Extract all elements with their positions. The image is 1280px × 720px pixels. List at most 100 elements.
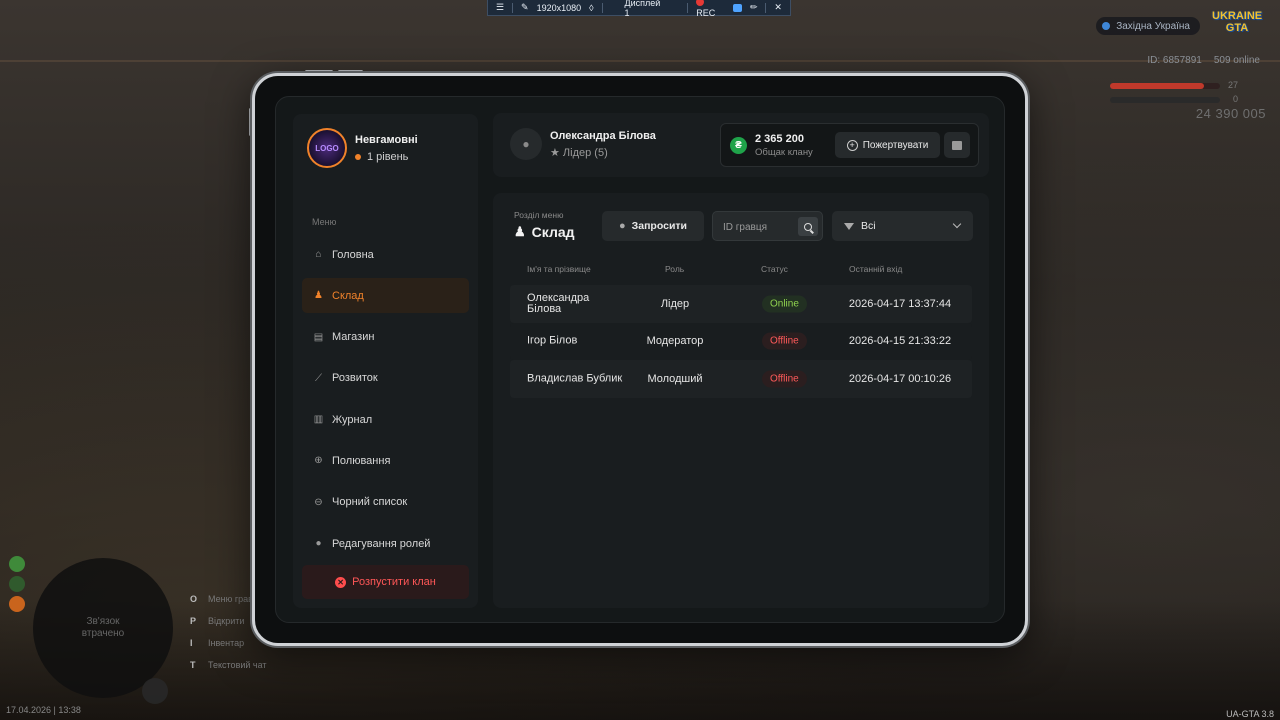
invite-button[interactable]: ● Запросити bbox=[602, 211, 704, 241]
clan-avatar: LOGO bbox=[307, 128, 347, 168]
sidebar-item-label: Редагування ролей bbox=[332, 537, 431, 550]
toolbar-divider bbox=[687, 2, 689, 13]
member-role: Лідер bbox=[660, 297, 690, 310]
menu-heading: Меню bbox=[312, 217, 337, 227]
sidebar-item-shop[interactable]: ▤ Магазин bbox=[302, 320, 469, 355]
game-version: UA-GTA 3.8 bbox=[1226, 709, 1274, 719]
sidebar-item-label: Чорний список bbox=[332, 496, 408, 509]
bank-label: Общак клану bbox=[755, 147, 813, 158]
table-row[interactable]: Ігор Білов Модератор Offline 2026-04-15 … bbox=[510, 322, 972, 360]
hint-row: T Текстовий чат bbox=[190, 654, 267, 676]
section-label: Розділ меню bbox=[514, 210, 564, 220]
player-info: ID: 6857891 509 online bbox=[1147, 55, 1260, 66]
sidebar-item-journal[interactable]: ▥ Журнал bbox=[302, 402, 469, 437]
resolution-label: 1920x1080 bbox=[536, 2, 582, 13]
hint-key: I bbox=[190, 638, 193, 648]
status-filter-dropdown[interactable]: Всі bbox=[832, 211, 973, 241]
sidebar-item-development[interactable]: ⟋ Розвиток bbox=[302, 361, 469, 396]
hint-label: Відкрити bbox=[208, 616, 245, 626]
food-icon bbox=[9, 556, 25, 572]
member-name: Владислав Бублик bbox=[527, 372, 623, 385]
column-header-last-login: Останній вхід bbox=[849, 264, 903, 274]
level-dot-icon bbox=[355, 153, 361, 160]
search-button[interactable] bbox=[798, 217, 818, 236]
donate-button[interactable]: + Пожертвувати bbox=[835, 132, 940, 158]
sidebar-item-role-editing[interactable]: ● Редагування ролей bbox=[302, 526, 469, 561]
sidebar-menu: ⌂ Головна ♟ Склад ▤ Магазин ⟋ Розвиток ▥ Журн… bbox=[302, 237, 469, 567]
search-icon bbox=[804, 222, 812, 231]
status-badge: Offline bbox=[762, 370, 807, 388]
display-label[interactable]: Дисплей 1 bbox=[625, 0, 666, 18]
drop-icon[interactable]: ◊ bbox=[589, 3, 593, 13]
close-circle-icon: ✕ bbox=[335, 576, 347, 588]
region-badge: Західна Україна bbox=[1096, 17, 1200, 35]
region-label: Західна Україна bbox=[1116, 20, 1190, 32]
record-button[interactable]: REC bbox=[696, 0, 724, 18]
people-icon: ♟ bbox=[314, 290, 323, 302]
drink-icon bbox=[9, 576, 25, 592]
status-icons bbox=[9, 556, 25, 612]
toolbar-divider bbox=[601, 2, 603, 13]
sidebar-item-label: Полювання bbox=[332, 454, 391, 467]
user-role: ★ Лідер (5) bbox=[550, 146, 608, 159]
archive-button[interactable] bbox=[944, 132, 970, 158]
invite-label: Запросити bbox=[631, 220, 687, 232]
current-user: ● Олександра Білова ★ Лідер (5) bbox=[510, 128, 656, 160]
toolbar-divider bbox=[765, 2, 767, 13]
plus-icon: + bbox=[846, 139, 858, 151]
sidebar-item-label: Головна bbox=[332, 248, 374, 261]
clan-profile: LOGO Невгамовні 1 рівень bbox=[307, 128, 418, 168]
hint-row: I Інвентар bbox=[190, 632, 267, 654]
disband-label: Розпустити клан bbox=[352, 576, 436, 588]
pen-icon[interactable]: ✏ bbox=[750, 2, 758, 13]
wanted-icon bbox=[9, 596, 25, 612]
clan-name: Невгамовні bbox=[355, 133, 418, 146]
armor-bar bbox=[1110, 97, 1220, 103]
player-id-input[interactable] bbox=[723, 220, 793, 234]
page-title-label: Склад bbox=[531, 224, 575, 240]
sidebar-item-roster[interactable]: ♟ Склад bbox=[302, 278, 469, 314]
crosshair-icon: ⊕ bbox=[314, 455, 323, 467]
microphone-icon[interactable] bbox=[142, 678, 168, 704]
armor-value: 0 bbox=[1232, 94, 1238, 104]
camera-icon[interactable] bbox=[732, 3, 742, 12]
tablet-screen: LOGO Невгамовні 1 рівень Меню ⌂ Головна ♟… bbox=[275, 96, 1005, 623]
hint-key: O bbox=[190, 594, 198, 604]
bank-amount: 2 365 200 bbox=[755, 133, 804, 145]
health-value: 27 bbox=[1227, 80, 1238, 90]
sidebar-item-label: Склад bbox=[332, 289, 364, 302]
sidebar-item-hunting[interactable]: ⊕ Полювання bbox=[302, 443, 469, 478]
hint-label: Інвентар bbox=[208, 638, 245, 648]
status-badge: Offline bbox=[762, 332, 807, 350]
block-icon: ⊖ bbox=[314, 496, 323, 508]
server-logo: UKRAINE GTA bbox=[1212, 10, 1263, 34]
disband-clan-button[interactable]: ✕ Розпустити клан bbox=[302, 565, 469, 599]
menu-icon[interactable]: ☰ bbox=[496, 2, 504, 13]
pin-icon[interactable]: ✎ bbox=[521, 2, 529, 13]
sidebar-item-label: Магазин bbox=[332, 331, 375, 344]
sidebar-item-label: Розвиток bbox=[332, 372, 378, 385]
table-row[interactable]: Олександра Білова Лідер Online 2026-04-1… bbox=[510, 285, 972, 323]
background-wall-line bbox=[0, 60, 1280, 62]
record-label: REC bbox=[696, 7, 716, 18]
user-name: Олександра Білова bbox=[550, 129, 656, 142]
table-row[interactable]: Владислав Бублик Молодший Offline 2026-0… bbox=[510, 360, 972, 398]
sidebar-item-blacklist[interactable]: ⊖ Чорний список bbox=[302, 485, 469, 520]
roster-panel: Розділ меню ♟ Склад ● Запросити Всі Ім'я… bbox=[493, 193, 989, 608]
archive-icon bbox=[952, 140, 962, 150]
player-id: ID: 6857891 bbox=[1147, 55, 1202, 66]
user-edit-icon: ● bbox=[315, 538, 322, 550]
member-role: Молодший bbox=[647, 372, 703, 385]
recording-toolbar: ☰ ✎ 1920x1080 ◊ Дисплей 1 REC ✏ ✕ bbox=[487, 0, 791, 18]
column-header-role: Роль bbox=[665, 264, 685, 274]
clan-level: 1 рівень bbox=[355, 151, 418, 163]
health-fill bbox=[1110, 83, 1204, 89]
member-role: Модератор bbox=[646, 335, 704, 348]
search-box bbox=[712, 211, 823, 241]
money-display: 24 390 005 bbox=[1195, 106, 1266, 121]
sidebar-item-home[interactable]: ⌂ Головна bbox=[302, 237, 469, 272]
close-icon[interactable]: ✕ bbox=[774, 2, 782, 13]
user-plus-icon: ● bbox=[619, 220, 626, 232]
status-badge: Online bbox=[762, 295, 807, 313]
page-title: ♟ Склад bbox=[514, 224, 575, 240]
